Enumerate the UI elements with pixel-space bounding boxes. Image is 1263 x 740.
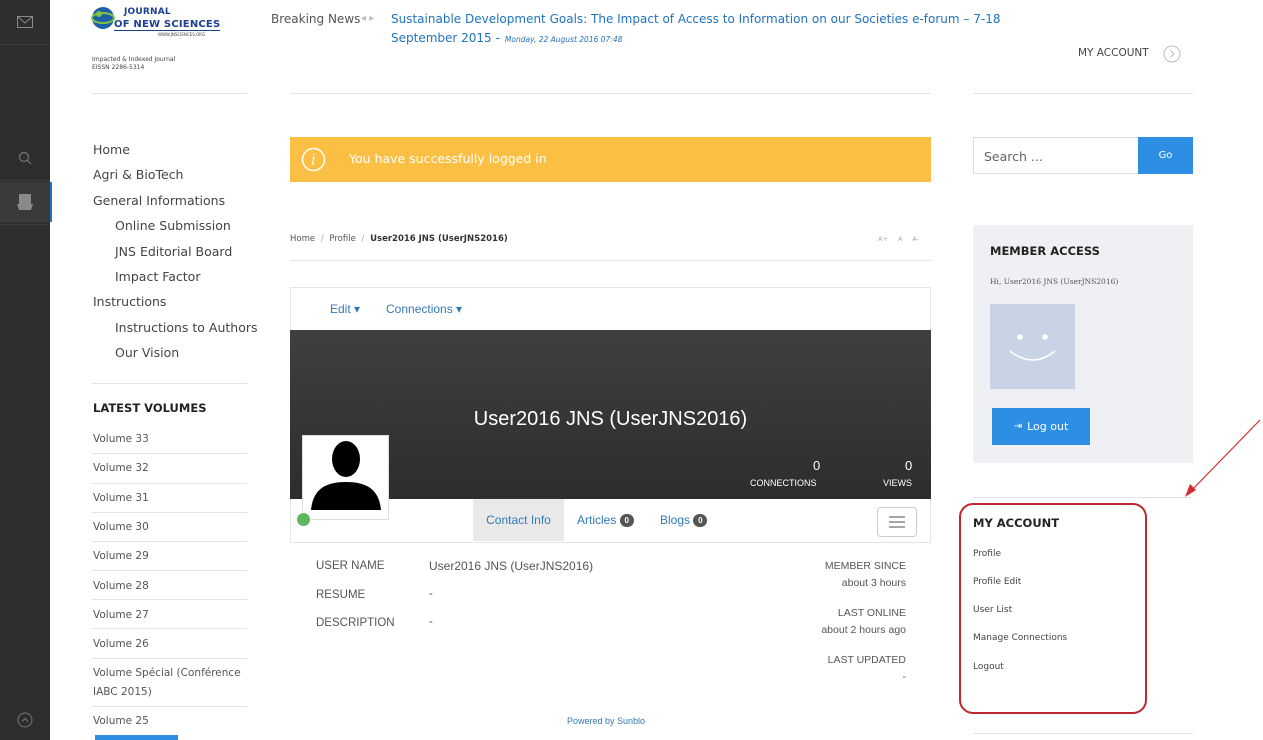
annotation-arrow-icon [1185, 419, 1261, 497]
field-label-description: DESCRIPTION [316, 617, 395, 629]
volume-link-special-cont[interactable]: IABC 2015) [93, 686, 152, 698]
news-prev-next-icon[interactable]: ◂ ▸ [361, 13, 374, 24]
member-since-label: MEMBER SINCE [824, 560, 906, 572]
site-logo[interactable]: JOURNAL OF NEW SCIENCES WWW.JNSCIENCES.O… [90, 4, 250, 71]
mail-icon[interactable] [0, 2, 50, 42]
last-updated-value: - [902, 671, 907, 683]
svg-text:i: i [311, 153, 315, 169]
volume-link[interactable]: Volume 26 [93, 638, 149, 650]
connections-label: CONNECTIONS [750, 478, 817, 488]
tab-blogs[interactable]: Blogs 0 [660, 513, 708, 528]
sign-out-icon: ⇥ [1013, 421, 1023, 432]
member-since-value: about 3 hours [841, 577, 906, 589]
alert-text: You have successfully logged in [349, 151, 547, 166]
login-success-alert: i You have successfully logged in [290, 137, 931, 182]
default-avatar-silhouette-icon [311, 441, 381, 510]
search-input[interactable]: Search ... [973, 137, 1139, 174]
breadcrumb-current: User2016 JNS (UserJNS2016) [370, 234, 508, 244]
views-label: VIEWS [883, 478, 913, 488]
volume-link[interactable]: Volume 29 [93, 550, 149, 562]
font-reset-button[interactable]: A [898, 235, 902, 243]
search-icon[interactable] [0, 138, 50, 178]
breaking-news-date: Monday, 22 August 2016 07:48 [504, 35, 623, 44]
header-my-account[interactable]: MY ACCOUNT [1078, 47, 1149, 59]
font-decrease-button[interactable]: A- [913, 235, 920, 243]
volume-link[interactable]: Volume 28 [93, 580, 149, 592]
breadcrumb-profile[interactable]: Profile [329, 234, 355, 244]
divider [92, 383, 247, 384]
logo-url: WWW.JNSCIENCES.ORG [158, 32, 206, 37]
logo-line2: OF NEW SCIENCES [114, 19, 221, 31]
logo-line1: JOURNAL [124, 7, 171, 17]
field-value-resume: - [429, 588, 433, 600]
nav-instructions[interactable]: Instructions [93, 294, 166, 309]
volume-link[interactable]: Volume 30 [93, 521, 149, 533]
member-access-heading: MEMBER ACCESS [990, 244, 1100, 258]
logo-globe-icon [91, 7, 115, 29]
nav-general-informations[interactable]: General Informations [93, 193, 225, 208]
divider [973, 733, 1193, 734]
nav-instructions-to-authors[interactable]: Instructions to Authors [115, 320, 258, 335]
articles-count-badge: 0 [619, 514, 634, 528]
powered-by-link[interactable]: Powered by Sunblo [567, 716, 645, 726]
nav-impact-factor[interactable]: Impact Factor [115, 269, 200, 284]
volume-link[interactable]: Volume 27 [93, 609, 149, 621]
nav-home[interactable]: Home [93, 142, 130, 157]
list-menu-icon[interactable] [877, 507, 917, 537]
divider [290, 93, 931, 94]
more-volumes-button[interactable] [95, 735, 178, 740]
font-increase-button[interactable]: A+ [878, 235, 888, 243]
online-status-dot [296, 512, 311, 527]
annotation-highlight-box [959, 503, 1147, 714]
nav-editorial-board[interactable]: JNS Editorial Board [115, 244, 232, 259]
chevron-right-icon[interactable] [1163, 45, 1181, 63]
field-value-username: User2016 JNS (UserJNS2016) [429, 559, 594, 573]
smiley-avatar-icon [1009, 334, 1056, 361]
nav-agri-biotech[interactable]: Agri & BioTech [93, 167, 184, 182]
left-icon-rail [0, 0, 52, 740]
logo-tagline: Impacted & Indexed Journal [92, 56, 176, 63]
nav-online-submission[interactable]: Online Submission [115, 218, 231, 233]
latest-volumes-heading: LATEST VOLUMES [93, 401, 207, 415]
last-online-value: about 2 hours ago [821, 624, 906, 636]
volume-link[interactable]: Volume 32 [93, 462, 149, 474]
member-greeting: Hi, User2016 JNS (UserJNS2016) [990, 277, 1119, 286]
user-card-icon[interactable] [0, 182, 52, 222]
logout-button[interactable]: ⇥ Log out [992, 408, 1090, 445]
font-size-tools: A+ A A- [878, 235, 919, 243]
volume-link[interactable]: Volume 31 [93, 492, 149, 504]
field-value-description: - [429, 616, 433, 628]
last-online-label: LAST ONLINE [837, 607, 906, 619]
connections-count: 0 [813, 458, 821, 473]
profile-name: User2016 JNS (UserJNS2016) [473, 408, 748, 430]
scroll-top-icon[interactable] [0, 700, 50, 740]
blogs-count-badge: 0 [693, 514, 708, 528]
divider [92, 93, 247, 94]
divider [973, 497, 1193, 498]
divider [290, 260, 931, 261]
volume-link-special[interactable]: Volume Spécial (Conférence [93, 667, 241, 679]
search-go-button[interactable]: Go [1138, 137, 1193, 174]
nav-our-vision[interactable]: Our Vision [115, 345, 179, 360]
breadcrumb-home[interactable]: Home [290, 234, 315, 244]
breaking-news-headline[interactable]: Sustainable Development Goals: The Impac… [391, 12, 1000, 26]
edit-menu[interactable]: Edit ▾ [330, 302, 360, 316]
tab-articles[interactable]: Articles 0 [577, 513, 634, 528]
breadcrumb: Home / Profile / User2016 JNS (UserJNS20… [290, 234, 508, 244]
avatar[interactable] [302, 435, 389, 520]
volume-link[interactable]: Volume 25 [93, 715, 149, 727]
field-label-resume: RESUME [316, 589, 366, 601]
divider [973, 93, 1193, 94]
member-avatar[interactable] [990, 304, 1075, 389]
views-count: 0 [905, 458, 913, 473]
logo-eissn: EISSN 2286-5314 [92, 64, 145, 71]
field-label-username: USER NAME [316, 560, 385, 572]
last-updated-label: LAST UPDATED [827, 654, 906, 666]
info-icon: i [301, 147, 326, 172]
volume-link[interactable]: Volume 33 [93, 433, 149, 445]
breaking-news-headline-cont[interactable]: September 2015 - Monday, 22 August 2016 … [391, 27, 622, 46]
tab-contact-info[interactable]: Contact Info [473, 499, 564, 541]
connections-menu[interactable]: Connections ▾ [386, 302, 462, 316]
breaking-news-label: Breaking News [271, 12, 361, 26]
